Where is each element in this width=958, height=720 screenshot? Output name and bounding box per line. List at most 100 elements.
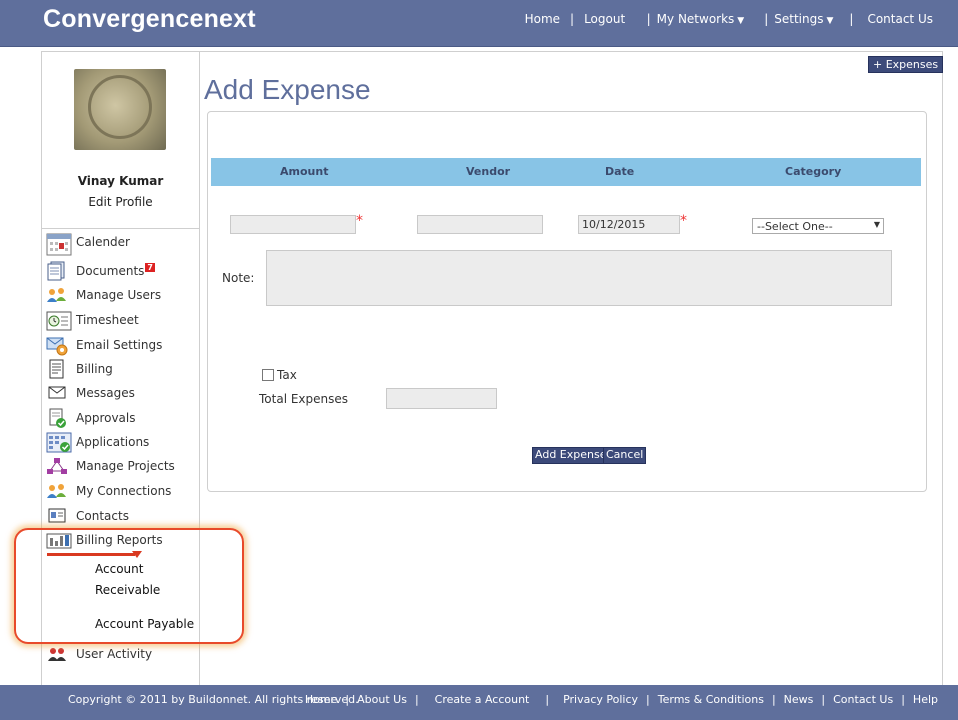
footer-separator: | [414,693,419,706]
footer: Copyright © 2011 by Buildonnet. All righ… [0,685,958,720]
expenses-button[interactable]: + Expenses [868,56,944,73]
top-nav: Home | Logout | My Networks ▼ | Settings ▼… [525,12,933,26]
footer-link-contact-us[interactable]: Contact Us [833,693,893,706]
sidebar-item-messages[interactable]: Messages [46,382,135,404]
nav-separator: | [570,12,575,26]
footer-separator: | [646,693,650,706]
documents-label: Documents [76,264,145,278]
sidebar-item-manage-users[interactable]: Manage Users [46,284,161,306]
column-category: Category [785,165,842,178]
users-icon [46,285,68,305]
footer-link-create-account[interactable]: Create a Account [435,693,530,706]
sidebar-item-label: Documents 7 [76,263,155,278]
nav-separator: | [849,12,854,26]
footer-separator: | [545,693,550,706]
calendar-icon [46,232,72,256]
notification-badge: 7 [145,263,155,272]
timesheet-icon [46,310,72,331]
contacts-icon [46,506,68,526]
column-date: Date [605,165,635,178]
sidebar-divider [42,228,199,229]
sidebar-item-label: Approvals [76,411,136,425]
connections-icon [46,481,68,501]
nav-settings-label: Settings [774,12,824,26]
sidebar-item-label: User Activity [76,647,153,661]
column-amount: Amount [280,165,329,178]
category-select[interactable]: --Select One-- ▼ [752,218,884,234]
date-input[interactable]: 10/12/2015 [578,215,680,234]
sidebar-item-label: Contacts [76,509,129,523]
documents-icon [46,261,68,281]
required-marker: * [680,213,687,229]
sidebar-item-manage-projects[interactable]: Manage Projects [46,455,175,477]
sidebar-item-label: My Connections [76,484,172,498]
sidebar-item-billing[interactable]: Billing [46,358,113,380]
sidebar-item-label: Manage Projects [76,459,175,473]
footer-link-privacy-policy[interactable]: Privacy Policy [563,693,638,706]
nav-settings[interactable]: Settings ▼ [774,12,833,26]
expense-table-header: Amount Vendor Date Category [211,158,921,186]
dropdown-arrow-icon: ▼ [873,220,880,229]
sidebar-item-applications[interactable]: Applications [46,431,149,453]
nav-my-networks[interactable]: My Networks ▼ [657,12,745,26]
projects-icon [46,456,68,476]
sidebar-item-my-connections[interactable]: My Connections [46,480,171,502]
tax-checkbox[interactable] [262,369,274,381]
total-expenses-label: Total Expenses [259,392,349,406]
caret-down-icon: ▼ [737,16,745,26]
coin-image [88,75,152,139]
top-bar: Convergencenext Home | Logout | My Netwo… [0,0,958,47]
user-name: Vinay Kumar [77,174,164,188]
nav-contact-us[interactable]: Contact Us [867,12,933,26]
sidebar-item-timesheet[interactable]: Timesheet [46,309,139,331]
sidebar-item-approvals[interactable]: Approvals [46,407,136,429]
email-settings-icon [46,335,68,356]
sidebar-item-label: Timesheet [76,313,139,327]
footer-separator: | [901,693,905,706]
tax-label: Tax [277,368,297,382]
footer-link-home[interactable]: Home [305,693,337,706]
sidebar-item-label: Applications [76,435,150,449]
sidebar-item-user-activity[interactable]: User Activity [46,643,152,665]
sidebar-item-calender[interactable]: Calender [46,231,130,256]
total-expenses-input[interactable] [386,388,497,409]
user-activity-icon [46,644,68,664]
vendor-input[interactable] [417,215,543,234]
edit-profile-link[interactable]: Edit Profile [42,195,199,209]
footer-link-about-us[interactable]: About Us [357,693,407,706]
applications-icon [46,432,72,453]
nav-separator: | [635,12,651,26]
sidebar-item-label: Calender [76,235,130,249]
sidebar-item-documents[interactable]: Documents 7 [46,260,155,282]
sidebar-item-contacts[interactable]: Contacts [46,505,129,527]
page-title: Add Expense [204,74,371,105]
sidebar-item-label: Email Settings [76,338,163,352]
billing-icon [46,359,68,379]
caret-down-icon: ▼ [826,16,834,26]
footer-separator: | [345,693,350,706]
sidebar-item-label: Messages [76,386,135,400]
footer-separator: | [771,693,776,706]
avatar [74,69,166,150]
required-marker: * [356,213,363,229]
footer-link-help[interactable]: Help [913,693,938,706]
amount-input[interactable] [230,215,356,234]
brand-logo[interactable]: Convergencenext [43,5,256,34]
footer-separator: | [821,693,826,706]
sidebar-item-label: Billing [76,362,113,376]
nav-separator: | [764,12,769,26]
messages-icon [46,383,68,403]
cancel-button[interactable]: Cancel [603,447,647,464]
nav-home[interactable]: Home [525,12,560,26]
footer-link-news[interactable]: News [784,693,814,706]
nav-logout[interactable]: Logout [584,12,625,26]
sidebar-item-email-settings[interactable]: Email Settings [46,334,162,356]
footer-link-terms[interactable]: Terms & Conditions [658,693,764,706]
footer-links: Home | About Us | Create a Account | Privac… [305,693,938,706]
annotation-underline [47,553,135,556]
nav-my-networks-label: My Networks [656,12,735,26]
note-textarea[interactable] [266,250,892,306]
column-vendor: Vendor [466,165,511,178]
sidebar-item-label: Manage Users [76,288,162,302]
add-expense-button[interactable]: Add Expense [532,447,610,464]
